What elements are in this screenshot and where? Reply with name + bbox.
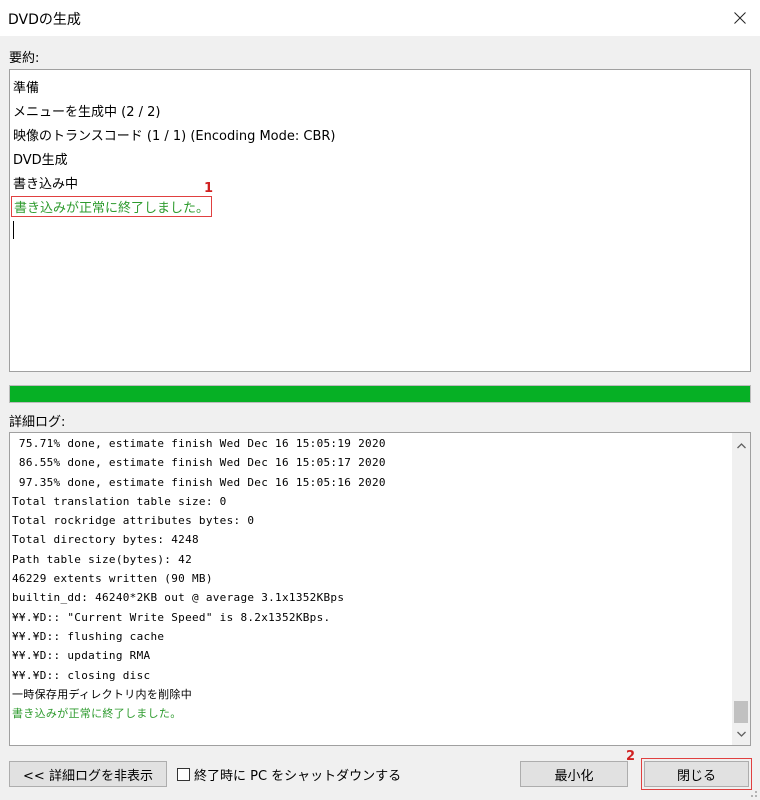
summary-line: メニューを生成中 (2 / 2) [13,105,161,120]
log-line: 97.35% done, estimate finish Wed Dec 16 … [12,475,386,489]
close-button[interactable]: 閉じる [644,761,749,787]
minimize-button[interactable]: 最小化 [520,761,628,787]
shutdown-checkbox[interactable] [177,767,190,781]
log-line: Total rockridge attributes bytes: 0 [12,514,255,528]
window-close-button[interactable] [720,0,760,36]
summary-success-line: 書き込みが正常に終了しました。 [11,196,213,217]
log-line: 46229 extents written (90 MB) [12,572,213,586]
summary-line: 準備 [13,81,40,96]
text-caret [13,221,14,239]
log-scrollbar[interactable] [732,433,750,745]
summary-line: DVD生成 [13,153,68,168]
shutdown-checkbox-label: 終了時に PC をシャットダウンする [194,768,402,784]
progress-fill [10,386,750,402]
hide-log-button[interactable]: << 詳細ログを非表示 [9,761,167,787]
log-line: 75.71% done, estimate finish Wed Dec 16 … [12,437,386,450]
title-bar: DVDの生成 [0,0,760,36]
chevron-up-icon [736,443,746,449]
scroll-up-button[interactable] [732,437,750,455]
log-line: 86.55% done, estimate finish Wed Dec 16 … [12,456,386,470]
resize-grip-icon[interactable] [748,788,758,798]
log-line: builtin_dd: 46240*2KB out @ average 3.1x… [12,591,345,605]
summary-line: 映像のトランスコード (1 / 1) (Encoding Mode: CBR) [13,129,336,144]
log-line: Total translation table size: 0 [12,494,227,508]
summary-label: 要約: [9,51,40,66]
log-line: Path table size(bytes): 42 [12,552,192,566]
shutdown-checkbox-control[interactable]: 終了時に PC をシャットダウンする [177,765,402,784]
log-line: ¥¥.¥D:: closing disc [12,668,151,682]
log-line: ¥¥.¥D:: updating RMA [12,649,151,663]
summary-line: 書き込み中 [13,177,79,192]
log-line: Total directory bytes: 4248 [12,533,199,547]
annotation-marker-1: 1 [204,181,214,196]
log-success-line: 書き込みが正常に終了しました。 [12,707,182,721]
log-label: 詳細ログ: [9,415,66,430]
annotation-marker-2: 2 [626,749,636,764]
chevron-down-icon [736,731,746,737]
summary-textbox[interactable]: 準備 メニューを生成中 (2 / 2) 映像のトランスコード (1 / 1) (… [9,69,751,372]
log-line: ¥¥.¥D:: "Current Write Speed" is 8.2x135… [12,610,331,624]
window-title: DVDの生成 [8,12,81,28]
close-icon [734,12,746,24]
scroll-down-button[interactable] [732,725,750,743]
log-lines: 75.71% done, estimate finish Wed Dec 16 … [12,434,730,723]
log-line: ¥¥.¥D:: flushing cache [12,629,165,643]
log-line: 一時保存用ディレクトリ内を削除中 [12,687,193,701]
log-textbox[interactable]: 75.71% done, estimate finish Wed Dec 16 … [9,432,751,746]
progress-bar [9,385,751,403]
scroll-thumb[interactable] [734,701,748,723]
